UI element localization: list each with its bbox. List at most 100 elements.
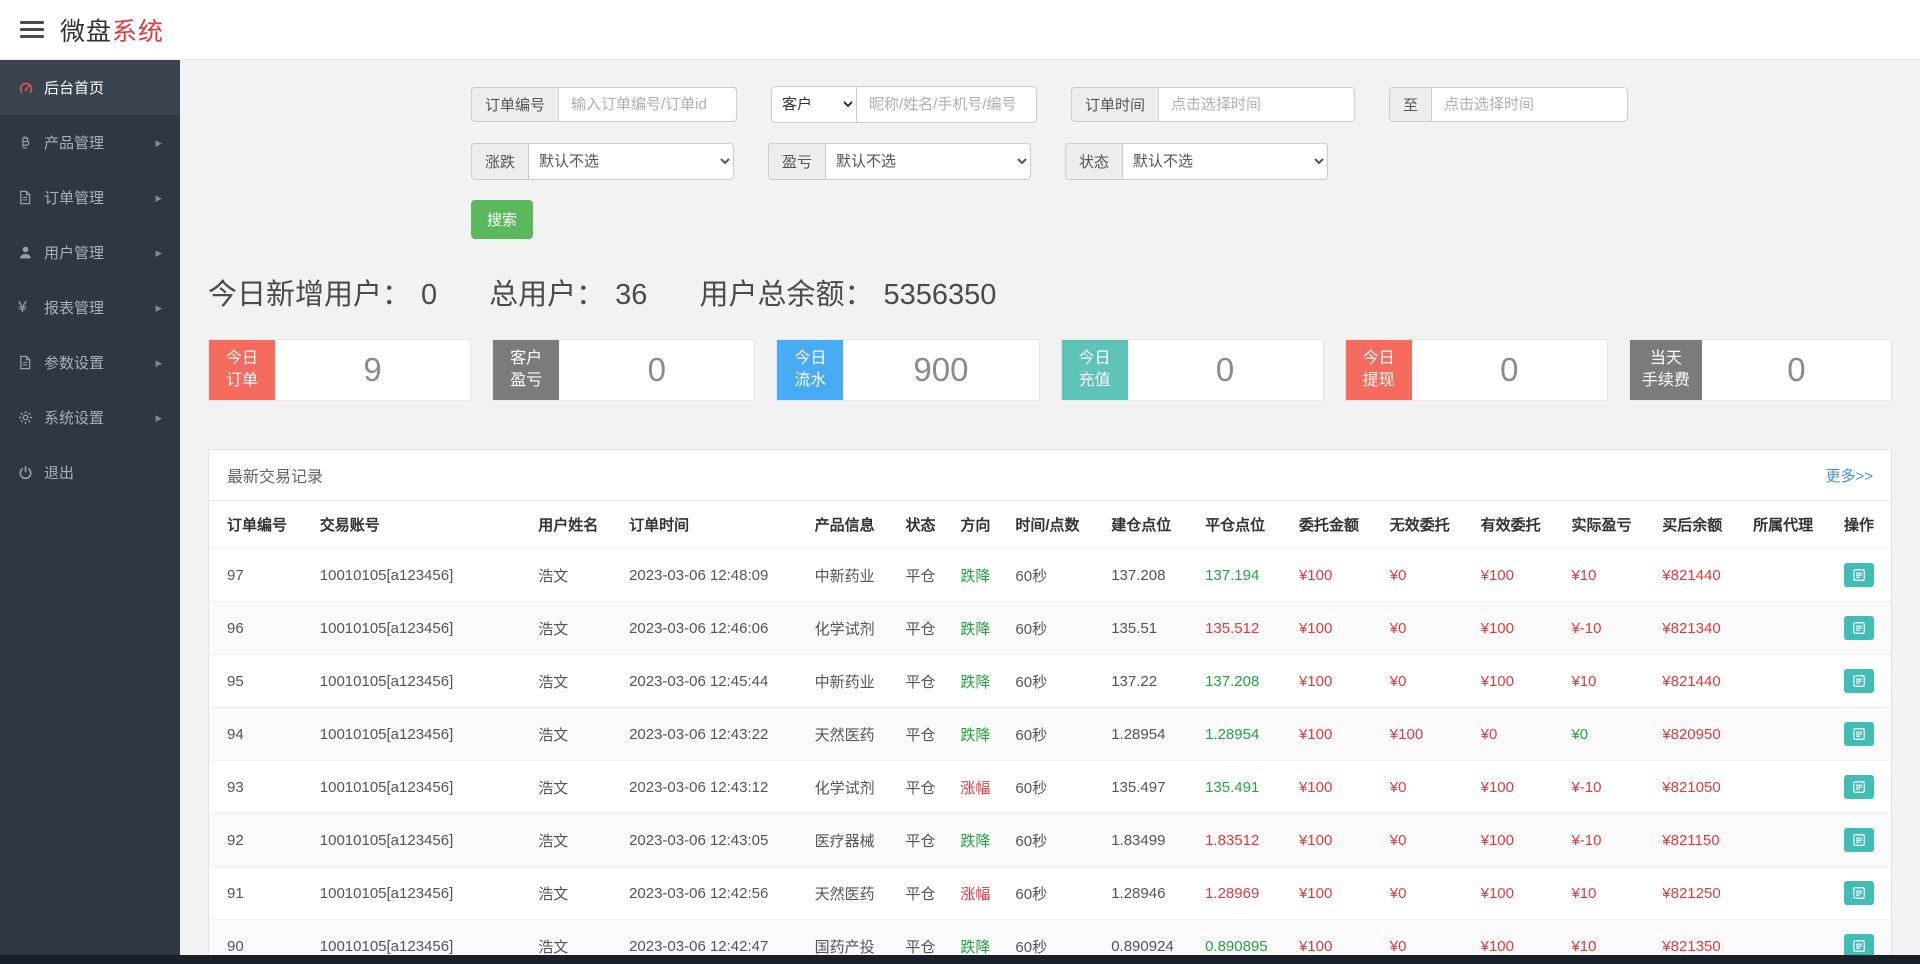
order-detail-button[interactable]	[1844, 828, 1874, 852]
cell-amount: ¥100	[1291, 708, 1382, 761]
cell-amount: ¥100	[1291, 814, 1382, 867]
cell-status: 平仓	[897, 761, 952, 814]
status-filter: 状态 默认不选	[1065, 143, 1328, 180]
cell-open: 135.51	[1103, 602, 1197, 655]
brand-primary: 微盘	[60, 18, 112, 46]
cell-time: 2023-03-06 12:42:56	[621, 867, 807, 920]
cell-valid: ¥100	[1473, 549, 1564, 602]
cell-profit: ¥10	[1563, 867, 1654, 920]
sidebar-item-orders[interactable]: 订单管理▸	[0, 170, 180, 225]
cell-balance: ¥821440	[1654, 549, 1745, 602]
filter-form: 订单编号 客户 订单时间 至 涨跌 默	[208, 60, 1892, 239]
customer-input[interactable]	[857, 86, 1037, 123]
profit-select[interactable]: 默认不选	[826, 143, 1031, 180]
table-head: 订单编号交易账号用户姓名订单时间产品信息状态方向时间/点数建仓点位平仓点位委托金…	[209, 501, 1891, 549]
column-header: 订单编号	[209, 501, 312, 549]
cell-profit: ¥10	[1563, 549, 1654, 602]
stat-label: 用户总余额：	[699, 279, 873, 311]
updown-select[interactable]: 默认不选	[529, 143, 734, 180]
cell-id: 93	[209, 761, 312, 814]
trades-table: 订单编号交易账号用户姓名订单时间产品信息状态方向时间/点数建仓点位平仓点位委托金…	[209, 501, 1891, 964]
order-detail-button[interactable]	[1844, 775, 1874, 799]
cell-valid: ¥100	[1473, 867, 1564, 920]
order-detail-button[interactable]	[1844, 722, 1874, 746]
table-body: 9710010105[a123456]浩文2023-03-06 12:48:09…	[209, 549, 1891, 964]
column-header: 订单时间	[621, 501, 807, 549]
cell-agent	[1745, 761, 1836, 814]
stat-cards: 今日订单9客户盈亏0今日流水900今日充值0今日提现0当天手续费0	[208, 339, 1892, 401]
time-to-input[interactable]	[1432, 87, 1628, 122]
gear-icon	[18, 410, 44, 425]
chevron-right-icon: ▸	[155, 355, 162, 371]
detail-icon	[1853, 781, 1865, 793]
stat-label: 今日新增用户：	[208, 279, 411, 311]
customer-type-select[interactable]: 客户	[771, 86, 857, 123]
cell-amount: ¥100	[1291, 655, 1382, 708]
cell-open: 137.208	[1103, 549, 1197, 602]
file-icon	[18, 190, 44, 205]
cell-status: 平仓	[897, 602, 952, 655]
sidebar-item-label: 产品管理	[44, 132, 104, 153]
cell-direction: 跌降	[952, 602, 1007, 655]
table-row: 9710010105[a123456]浩文2023-03-06 12:48:09…	[209, 549, 1891, 602]
chevron-right-icon: ▸	[155, 410, 162, 426]
order-detail-button[interactable]	[1844, 669, 1874, 693]
cell-status: 平仓	[897, 867, 952, 920]
cell-balance: ¥821340	[1654, 602, 1745, 655]
cell-amount: ¥100	[1291, 761, 1382, 814]
admin-dashboard: 微盘系统 后台首页产品管理▸订单管理▸用户管理▸¥报表管理▸参数设置▸系统设置▸…	[0, 0, 1920, 964]
brand-logo[interactable]: 微盘系统	[60, 12, 164, 48]
time-from-input[interactable]	[1159, 87, 1355, 122]
cell-duration: 60秒	[1007, 814, 1103, 867]
cell-action	[1836, 602, 1891, 655]
chevron-right-icon: ▸	[155, 190, 162, 206]
cell-valid: ¥100	[1473, 602, 1564, 655]
sidebar-item-users[interactable]: 用户管理▸	[0, 225, 180, 280]
detail-icon	[1853, 622, 1865, 634]
cell-direction: 涨幅	[952, 867, 1007, 920]
sidebar-item-logout[interactable]: 退出	[0, 445, 180, 500]
sidebar-nav: 后台首页产品管理▸订单管理▸用户管理▸¥报表管理▸参数设置▸系统设置▸退出	[0, 60, 180, 500]
filter-row-2: 涨跌 默认不选 盈亏 默认不选 状态 默认不选	[471, 143, 1892, 180]
column-header: 无效委托	[1382, 501, 1473, 549]
column-header: 产品信息	[807, 501, 898, 549]
cell-invalid: ¥0	[1382, 602, 1473, 655]
chevron-right-icon: ▸	[155, 245, 162, 261]
sidebar-item-label: 退出	[44, 462, 74, 483]
chevron-right-icon: ▸	[155, 300, 162, 316]
stat-card-value: 9	[275, 340, 470, 400]
menu-toggle-icon[interactable]	[20, 21, 44, 38]
cell-name: 浩文	[530, 761, 621, 814]
to-label: 至	[1389, 87, 1432, 122]
cell-id: 95	[209, 655, 312, 708]
sidebar-item-dashboard[interactable]: 后台首页	[0, 60, 180, 115]
detail-icon	[1853, 940, 1865, 952]
status-select[interactable]: 默认不选	[1123, 143, 1328, 180]
latest-trades-panel: 最新交易记录 更多>> 订单编号交易账号用户姓名订单时间产品信息状态方向时间/点…	[208, 449, 1892, 964]
order-no-input[interactable]	[559, 87, 737, 122]
cell-close: 1.28969	[1197, 867, 1291, 920]
sidebar: 后台首页产品管理▸订单管理▸用户管理▸¥报表管理▸参数设置▸系统设置▸退出	[0, 60, 180, 964]
order-detail-button[interactable]	[1844, 881, 1874, 905]
column-header: 交易账号	[312, 501, 530, 549]
cell-id: 94	[209, 708, 312, 761]
sidebar-item-system[interactable]: 系统设置▸	[0, 390, 180, 445]
cell-direction: 跌降	[952, 814, 1007, 867]
sidebar-item-reports[interactable]: ¥报表管理▸	[0, 280, 180, 335]
stat-card-label: 今日流水	[777, 340, 843, 400]
yen-icon: ¥	[18, 300, 44, 316]
stat-card-customer-pnl: 客户盈亏0	[492, 339, 755, 401]
sidebar-item-products[interactable]: 产品管理▸	[0, 115, 180, 170]
profit-filter: 盈亏 默认不选	[768, 143, 1031, 180]
order-detail-button[interactable]	[1844, 563, 1874, 587]
cell-profit: ¥0	[1563, 708, 1654, 761]
sidebar-item-params[interactable]: 参数设置▸	[0, 335, 180, 390]
column-header: 实际盈亏	[1563, 501, 1654, 549]
file-icon	[18, 355, 44, 370]
cell-close: 137.194	[1197, 549, 1291, 602]
order-detail-button[interactable]	[1844, 616, 1874, 640]
search-button[interactable]: 搜索	[471, 200, 533, 239]
profit-label: 盈亏	[768, 143, 826, 180]
dashboard-icon	[18, 80, 44, 96]
more-link[interactable]: 更多>>	[1825, 465, 1873, 486]
